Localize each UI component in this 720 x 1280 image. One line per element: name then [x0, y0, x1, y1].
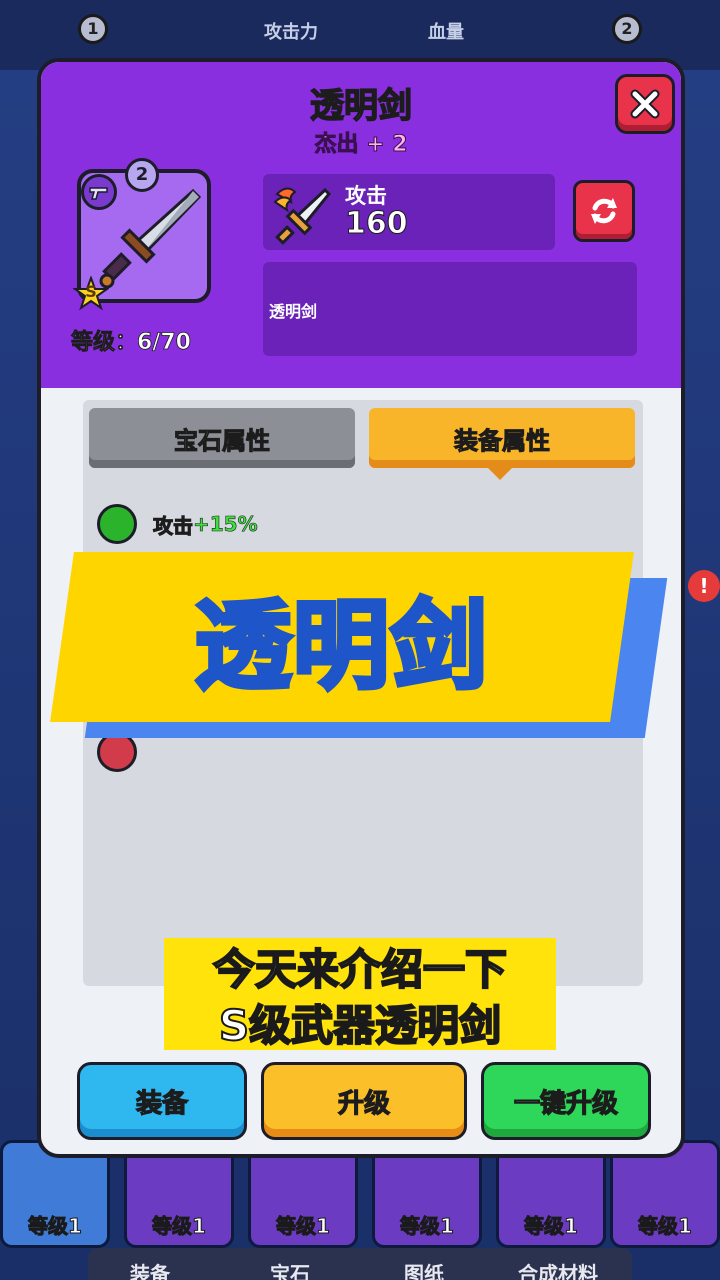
banner-title: 透明剑 [193, 588, 490, 705]
hp-stat-label: 血量 [428, 22, 464, 43]
item-description: 透明剑 [269, 302, 318, 321]
gun-icon [89, 187, 108, 200]
tab-blueprints[interactable]: 图纸 [404, 1258, 444, 1280]
refresh-icon [591, 198, 617, 224]
attack-icon [273, 187, 332, 245]
alert-icon[interactable]: ! [688, 570, 720, 602]
card-level: 等级1 [276, 1214, 331, 1239]
item-count-badge: 2 [125, 158, 159, 192]
tab-gem-attributes[interactable]: 宝石属性 [89, 408, 355, 468]
close-icon [630, 89, 660, 119]
slot-badge: 1 [78, 14, 108, 44]
equip-button[interactable]: 装备 [77, 1062, 247, 1140]
tab-materials[interactable]: 合成材料 [518, 1258, 598, 1280]
item-rank: S [85, 282, 97, 301]
upgrade-button[interactable]: 升级 [261, 1062, 467, 1140]
item-quality: 杰出 + 2 [314, 132, 408, 158]
attribute-row: 攻击 +15% [97, 504, 258, 544]
attribute-bonus: +15% [193, 512, 258, 537]
slot-badge: 2 [612, 14, 642, 44]
tab-equip-attributes[interactable]: 装备属性 [369, 408, 635, 468]
dialog-header: 透明剑 杰出 + 2 S 2 等级：6/70 攻击 160 透明剑 [41, 62, 681, 388]
card-level: 等级1 [524, 1214, 579, 1239]
card-level: 等级1 [152, 1214, 207, 1239]
attack-stat-box: 攻击 160 [263, 174, 555, 250]
caption-line-1: 今天来介绍一下 [212, 944, 508, 995]
caption-line-2: S级武器透明剑 [218, 1000, 502, 1051]
tab-gems[interactable]: 宝石 [270, 1258, 310, 1280]
card-level: 等级1 [28, 1214, 83, 1239]
swap-button[interactable] [573, 180, 635, 242]
active-tab-indicator [488, 468, 512, 480]
weapon-type-icon [81, 174, 117, 210]
tab-equipment[interactable]: 装备 [130, 1258, 170, 1280]
attribute-label: 攻击 [153, 513, 194, 538]
item-level: 等级：6/70 [71, 330, 192, 356]
one-click-upgrade-button[interactable]: 一键升级 [481, 1062, 651, 1140]
attribute-dot-icon [97, 504, 137, 544]
attribute-dot-icon [97, 732, 137, 772]
card-level: 等级1 [638, 1214, 693, 1239]
attack-stat-label: 攻击力 [264, 22, 318, 43]
item-description-box: 透明剑 [263, 262, 637, 356]
close-button[interactable] [615, 74, 675, 134]
card-level: 等级1 [400, 1214, 455, 1239]
stat-value: 160 [345, 206, 409, 242]
item-title: 透明剑 [309, 85, 413, 127]
